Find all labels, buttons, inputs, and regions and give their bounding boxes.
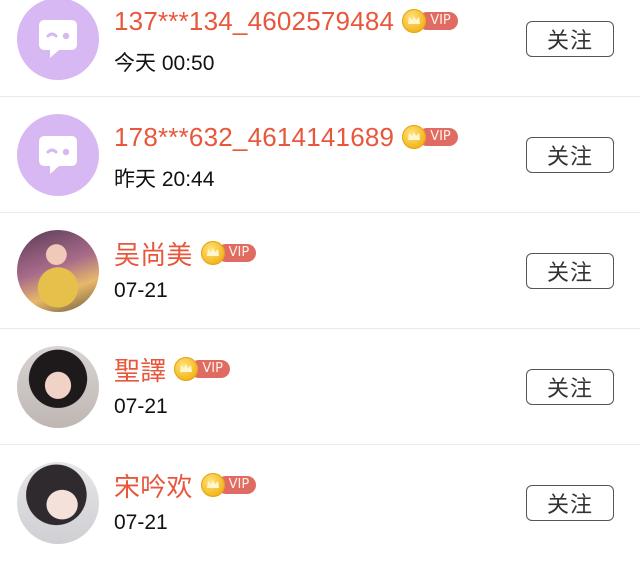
follow-button[interactable]: 关注 [526, 21, 614, 57]
user-list: 137***134_4602579484 VIP 今天 00:50 关注 178… [0, 0, 640, 561]
timestamp: 07-21 [114, 279, 168, 302]
name-line: 宋吟欢 VIP [114, 467, 257, 504]
vip-badge: VIP [402, 9, 458, 33]
follow-button[interactable]: 关注 [526, 485, 614, 521]
chat-bubble-icon [39, 20, 77, 58]
vip-badge: VIP [402, 125, 458, 149]
list-item[interactable]: 吴尚美 VIP 07-21 关注 [0, 213, 640, 329]
list-item[interactable]: 178***632_4614141689 VIP 昨天 20:44 关注 [0, 97, 640, 213]
timestamp: 今天 00:50 [114, 52, 215, 75]
crown-icon [174, 357, 199, 381]
follow-button[interactable]: 关注 [526, 137, 614, 173]
list-item[interactable]: 137***134_4602579484 VIP 今天 00:50 关注 [0, 0, 640, 97]
name-line: 吴尚美 VIP [114, 235, 257, 272]
name-line: 聖譯 VIP [114, 351, 230, 387]
user-name[interactable]: 137***134_4602579484 [114, 6, 394, 37]
timestamp: 07-21 [114, 511, 168, 534]
list-item[interactable]: 宋吟欢 VIP 07-21 关注 [0, 445, 640, 561]
avatar[interactable] [17, 230, 99, 312]
user-name[interactable]: 聖譯 [114, 351, 166, 388]
vip-badge: VIP [200, 473, 257, 497]
follow-button[interactable]: 关注 [526, 369, 614, 405]
timestamp: 07-21 [114, 395, 168, 418]
avatar[interactable] [17, 462, 99, 544]
avatar[interactable] [17, 0, 99, 80]
timestamp: 昨天 20:44 [114, 168, 215, 191]
list-item[interactable]: 聖譯 VIP 07-21 关注 [0, 329, 640, 445]
vip-badge: VIP [174, 357, 230, 381]
avatar[interactable] [17, 346, 99, 428]
chat-bubble-icon [39, 136, 77, 174]
name-line: 178***632_4614141689 VIP [114, 119, 458, 155]
crown-icon [200, 241, 225, 265]
follow-button[interactable]: 关注 [526, 253, 614, 289]
vip-badge: VIP [200, 241, 257, 265]
crown-icon [200, 473, 225, 497]
avatar[interactable] [17, 114, 99, 196]
user-name[interactable]: 178***632_4614141689 [114, 122, 394, 153]
crown-icon [402, 9, 427, 33]
user-name[interactable]: 宋吟欢 [114, 467, 193, 504]
name-line: 137***134_4602579484 VIP [114, 3, 458, 39]
crown-icon [402, 125, 427, 149]
user-name[interactable]: 吴尚美 [114, 235, 193, 272]
